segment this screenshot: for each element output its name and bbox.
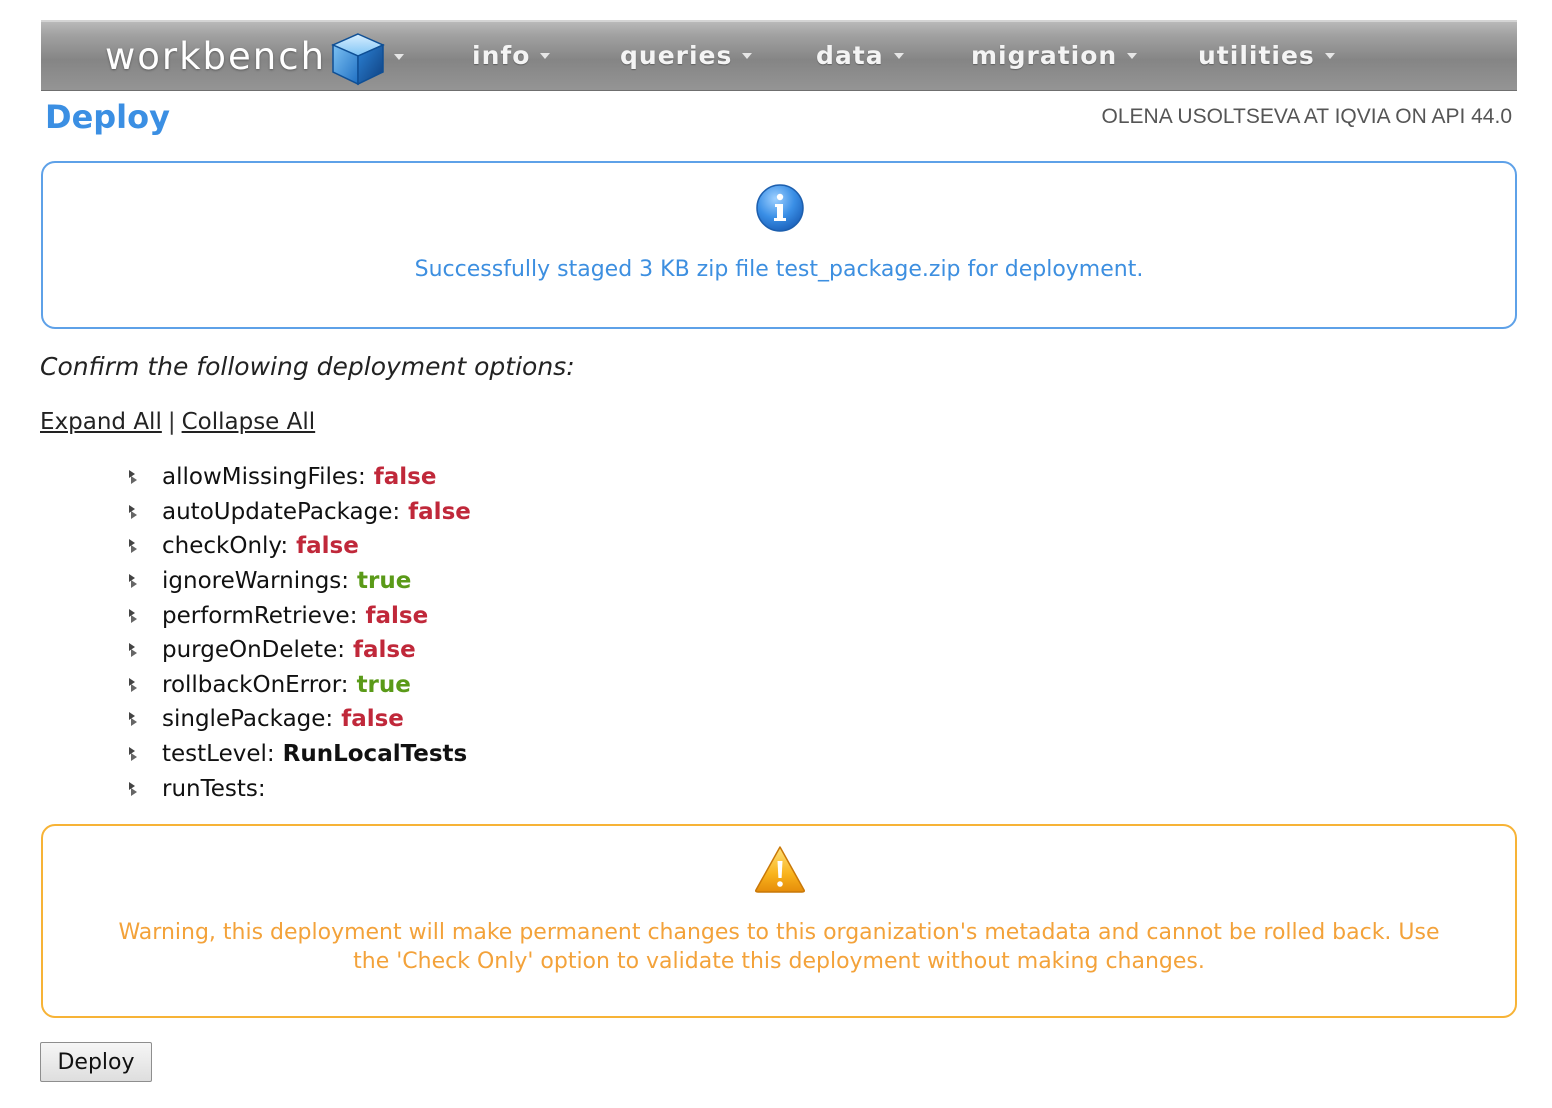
option-allow-missing-files[interactable]: allowMissingFiles: false — [126, 460, 471, 495]
warning-message-line-1: Warning, this deployment will make perma… — [118, 920, 1440, 945]
nav-menu-utilities[interactable]: utilities — [1198, 22, 1335, 89]
option-name: singlePackage: — [162, 706, 334, 733]
option-check-only[interactable]: checkOnly: false — [126, 529, 471, 564]
option-value: true — [357, 568, 412, 595]
deployment-options-list: allowMissingFiles: false autoUpdatePacka… — [126, 460, 471, 806]
expand-arrow-icon[interactable] — [126, 606, 162, 626]
warning-message-line-2: the 'Check Only' option to validate this… — [353, 949, 1205, 974]
chevron-down-icon — [1127, 52, 1138, 59]
option-value: false — [352, 637, 416, 664]
confirm-instructions: Confirm the following deployment options… — [40, 352, 575, 381]
option-single-package[interactable]: singlePackage: false — [126, 702, 471, 737]
expand-arrow-icon[interactable] — [126, 536, 162, 556]
option-value: false — [408, 498, 471, 525]
expand-arrow-icon[interactable] — [126, 571, 162, 591]
option-name: rollbackOnError: — [162, 671, 349, 698]
warning-message: Warning, this deployment will make perma… — [63, 918, 1495, 976]
option-name: autoUpdatePackage: — [162, 498, 401, 525]
option-name: performRetrieve: — [162, 602, 358, 629]
info-message: Successfully staged 3 KB zip file test_p… — [414, 257, 1144, 282]
expand-arrow-icon[interactable] — [126, 779, 162, 799]
nav-menu-migration[interactable]: migration — [971, 22, 1138, 89]
option-purge-on-delete[interactable]: purgeOnDelete: false — [126, 633, 471, 668]
option-name: testLevel: — [162, 741, 275, 768]
chevron-down-icon — [742, 52, 753, 59]
page-title: Deploy — [45, 98, 170, 136]
option-value: true — [356, 671, 411, 698]
info-icon — [756, 184, 804, 232]
option-name: allowMissingFiles: — [162, 464, 366, 491]
nav-menu-label: info — [472, 41, 531, 70]
nav-menu-queries[interactable]: queries — [620, 22, 753, 89]
option-run-tests[interactable]: runTests: — [126, 771, 471, 806]
option-value: false — [296, 533, 359, 560]
nav-menu-data[interactable]: data — [816, 22, 904, 89]
nav-menu-label: data — [816, 41, 884, 70]
option-name: purgeOnDelete: — [162, 637, 345, 664]
user-info: OLENA USOLTSEVA AT IQVIA ON API 44.0 — [1101, 105, 1512, 128]
deploy-button[interactable]: Deploy — [40, 1042, 152, 1082]
expand-arrow-icon[interactable] — [126, 502, 162, 522]
logo-text: workbench — [105, 35, 327, 78]
expand-arrow-icon[interactable] — [126, 675, 162, 695]
chevron-down-icon — [1324, 52, 1335, 59]
option-value: false — [341, 706, 404, 733]
chevron-down-icon — [540, 52, 551, 59]
expand-all-link[interactable]: Expand All — [40, 409, 162, 435]
option-rollback-on-error[interactable]: rollbackOnError: true — [126, 668, 471, 703]
expand-arrow-icon[interactable] — [126, 467, 162, 487]
chevron-down-icon — [394, 54, 405, 60]
chevron-down-icon — [893, 52, 904, 59]
option-test-level[interactable]: testLevel: RunLocalTests — [126, 737, 471, 772]
nav-menu-label: utilities — [1198, 41, 1315, 70]
option-value: RunLocalTests — [282, 741, 468, 768]
warning-message-box: Warning, this deployment will make perma… — [41, 824, 1517, 1018]
expand-arrow-icon[interactable] — [126, 709, 162, 729]
option-name: ignoreWarnings: — [162, 568, 350, 595]
expand-arrow-icon[interactable] — [126, 640, 162, 660]
option-name: checkOnly: — [162, 533, 289, 560]
option-perform-retrieve[interactable]: performRetrieve: false — [126, 598, 471, 633]
warning-icon — [755, 846, 805, 893]
option-value: false — [365, 602, 429, 629]
nav-menu-label: migration — [971, 41, 1118, 70]
cube-icon — [331, 33, 385, 86]
nav-menu-label: queries — [620, 41, 733, 70]
expand-collapse-controls: Expand All | Collapse All — [40, 409, 315, 435]
workbench-logo-menu[interactable]: workbench — [105, 33, 405, 86]
option-name: runTests: — [162, 775, 266, 802]
nav-menu-info[interactable]: info — [472, 22, 551, 89]
separator: | — [167, 409, 176, 435]
option-ignore-warnings[interactable]: ignoreWarnings: true — [126, 564, 471, 599]
option-auto-update-package[interactable]: autoUpdatePackage: false — [126, 495, 471, 530]
info-message-box: Successfully staged 3 KB zip file test_p… — [41, 161, 1517, 329]
top-navbar: workbench info queries data migration ut… — [41, 20, 1517, 91]
option-value: false — [373, 464, 437, 491]
collapse-all-link[interactable]: Collapse All — [182, 409, 316, 435]
expand-arrow-icon[interactable] — [126, 744, 162, 764]
